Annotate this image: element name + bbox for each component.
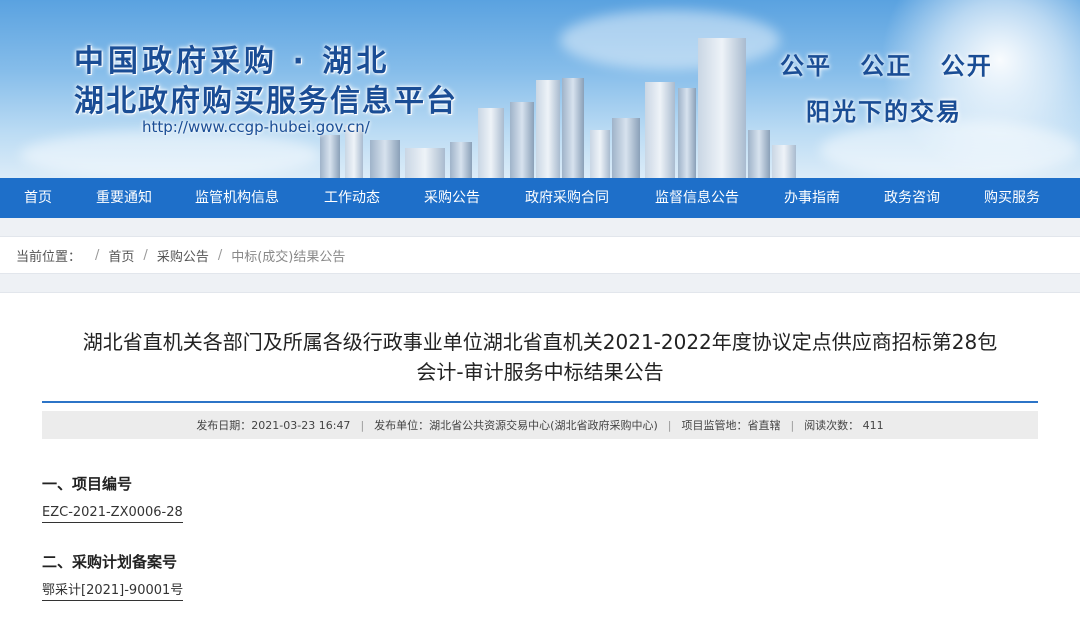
cloud <box>20 130 320 178</box>
breadcrumb-separator: / <box>217 247 223 263</box>
meta-separator: | <box>790 418 795 432</box>
nav-item-regulators[interactable]: 监管机构信息 <box>172 178 302 218</box>
supervision-location: 项目监管地：省直辖 <box>681 419 781 432</box>
project-number-value: EZC-2021-ZX0006-28 <box>42 505 183 523</box>
site-url: http://www.ccgp-hubei.gov.cn/ <box>142 118 370 136</box>
article-content: 湖北省直机关各部门及所属各级行政事业单位湖北省直机关2021-2022年度协议定… <box>0 292 1080 625</box>
section-heading-project-number: 一、项目编号 <box>42 475 133 493</box>
title-divider <box>42 401 1038 403</box>
article-meta-bar: 发布日期：2021-03-23 16:47 | 发布单位：湖北省公共资源交易中心… <box>42 411 1038 439</box>
meta-separator: | <box>360 418 365 432</box>
breadcrumb-prefix: 当前位置： <box>16 249 82 265</box>
nav-item-work-news[interactable]: 工作动态 <box>302 178 402 218</box>
header-banner: 中国政府采购 · 湖北 湖北政府购买服务信息平台 http://www.ccgp… <box>0 0 1080 178</box>
nav-item-purchase-services[interactable]: 购买服务 <box>962 178 1062 218</box>
breadcrumb-home-link[interactable]: 首页 <box>108 246 134 265</box>
slogan-line1: 公平 公正 公开 <box>780 52 993 80</box>
nav-item-guide[interactable]: 办事指南 <box>762 178 862 218</box>
view-count: 阅读次数： 411 <box>804 419 884 432</box>
nav-item-home[interactable]: 首页 <box>0 178 76 218</box>
breadcrumb-current: 中标(成交)结果公告 <box>231 249 346 265</box>
breadcrumb: 当前位置： / 首页 / 采购公告 / 中标(成交)结果公告 <box>0 236 1080 274</box>
nav-item-important-notices[interactable]: 重要通知 <box>76 178 172 218</box>
site-title-line1: 中国政府采购 · 湖北 <box>74 44 391 79</box>
article-title: 湖北省直机关各部门及所属各级行政事业单位湖北省直机关2021-2022年度协议定… <box>42 327 1038 387</box>
nav-item-consultation[interactable]: 政务咨询 <box>862 178 962 218</box>
breadcrumb-separator: / <box>95 247 100 263</box>
slogan-line2: 阳光下的交易 <box>806 98 962 126</box>
article-title-line1: 湖北省直机关各部门及所属各级行政事业单位湖北省直机关2021-2022年度协议定… <box>82 330 998 354</box>
article-title-line2: 会计-审计服务中标结果公告 <box>416 360 664 384</box>
meta-separator: | <box>667 418 672 432</box>
breadcrumb-procurement-link[interactable]: 采购公告 <box>157 246 209 265</box>
breadcrumb-separator: / <box>143 247 148 263</box>
main-nav: 首页 重要通知 监管机构信息 工作动态 采购公告 政府采购合同 监督信息公告 办… <box>0 178 1080 218</box>
section-heading-plan-number: 二、采购计划备案号 <box>42 553 178 571</box>
cloud <box>820 120 1080 178</box>
plan-number-value: 鄂采计[2021]-90001号 <box>42 583 184 601</box>
publish-date: 发布日期：2021-03-23 16:47 <box>196 419 351 432</box>
nav-item-procurement-contracts[interactable]: 政府采购合同 <box>502 178 632 218</box>
site-title-line2: 湖北政府购买服务信息平台 <box>74 84 458 119</box>
publisher: 发布单位：湖北省公共资源交易中心(湖北省政府采购中心) <box>374 419 658 432</box>
nav-item-supervision-notices[interactable]: 监督信息公告 <box>632 178 762 218</box>
nav-item-procurement-notices[interactable]: 采购公告 <box>402 178 502 218</box>
